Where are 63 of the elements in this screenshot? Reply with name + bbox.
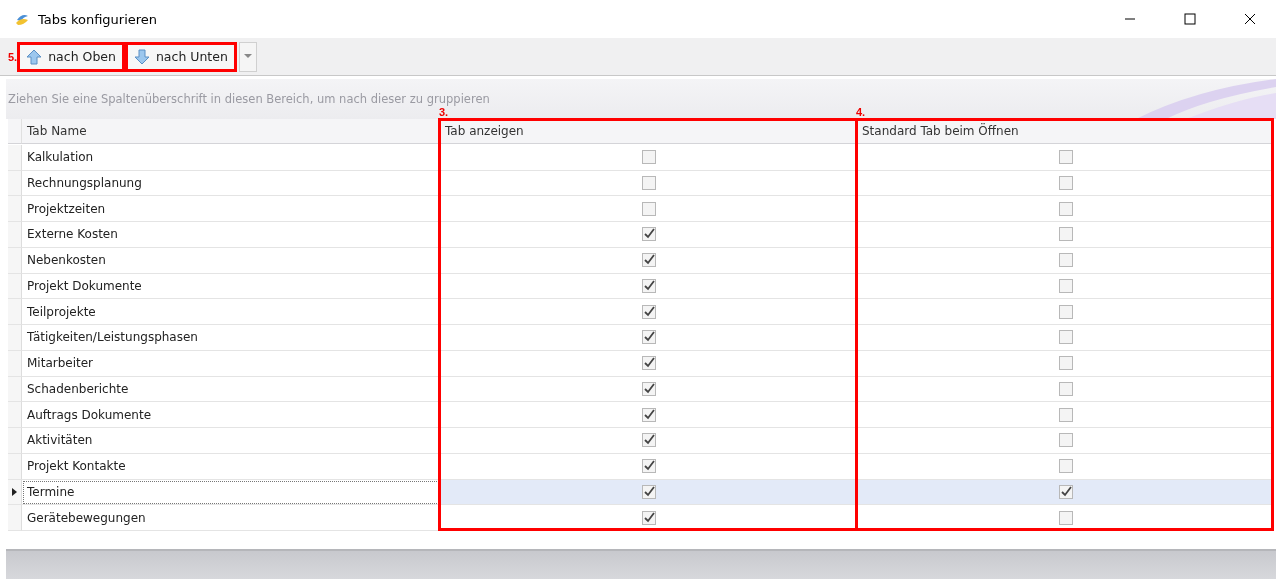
checkbox[interactable] [641,459,656,474]
move-up-button[interactable]: nach Oben [17,41,125,72]
checkbox[interactable] [1058,201,1073,216]
checkbox[interactable] [1058,484,1073,499]
caret-icon [243,54,252,59]
checkbox[interactable] [1058,278,1073,293]
checkbox[interactable] [641,407,656,422]
down-arrow-icon [133,48,150,65]
checkbox[interactable] [641,278,656,293]
checkbox[interactable] [641,304,656,319]
checkbox[interactable] [641,253,656,268]
table-cell: Nebenkosten [22,247,440,274]
group-by-hint: Ziehen Sie eine Spaltenüberschrift in diesen Bereich, um nach dieser zu gruppieren [7,92,490,106]
dropdown-button[interactable] [238,41,257,72]
checkbox[interactable] [641,330,656,345]
checkbox[interactable] [641,150,656,165]
checkbox[interactable] [1058,356,1073,371]
table-cell: Schadenberichte [22,376,440,403]
annotation-label: 3. [439,106,449,118]
checkbox[interactable] [641,510,656,525]
checkbox[interactable] [641,381,656,396]
column-header[interactable]: Tab Name [22,119,440,144]
checkbox[interactable] [1058,381,1073,396]
move-down-button[interactable]: nach Unten [124,41,237,72]
table-cell: Tätigkeiten/Leistungsphasen [22,325,440,351]
table-cell: Projekt Dokumente [22,273,440,300]
checkbox[interactable] [641,356,656,371]
table-cell: Externe Kosten [22,222,440,248]
column-header[interactable]: Tab anzeigen [440,119,857,144]
checkbox[interactable] [1058,175,1073,190]
annotation-label: 5. [8,50,18,63]
checkbox[interactable] [1058,459,1073,474]
checkbox[interactable] [1058,407,1073,422]
table-cell: Teilprojekte [22,299,440,325]
maximize-icon [1184,13,1196,25]
table-cell: Rechnungsplanung [22,170,440,197]
column-header[interactable]: Standard Tab beim Öffnen [857,119,1274,144]
checkbox[interactable] [641,433,656,448]
table-cell: Termine [22,479,440,506]
table-cell: Projekt Kontakte [22,453,440,480]
checkbox[interactable] [1058,510,1073,525]
checkbox[interactable] [1058,433,1073,448]
table-cell: Projektzeiten [22,196,440,222]
table-cell: Kalkulation [22,144,440,171]
up-arrow-icon [26,48,43,65]
header-corner [8,119,22,144]
checkbox[interactable] [641,201,656,216]
close-icon [1244,13,1256,25]
checkbox[interactable] [1058,150,1073,165]
table-cell: Gerätebewegungen [22,505,440,531]
table-cell: Aktivitäten [22,428,440,454]
window-title: Tabs konfigurieren [38,11,158,27]
table-cell: Auftrags Dokumente [22,402,440,428]
checkbox[interactable] [641,175,656,190]
checkbox[interactable] [1058,330,1073,345]
checkbox[interactable] [1058,253,1073,268]
table-cell: Mitarbeiter [22,350,440,377]
row-indicator[interactable] [8,479,22,506]
checkbox[interactable] [641,227,656,242]
checkbox[interactable] [1058,227,1073,242]
annotation-label: 4. [856,106,866,118]
checkbox[interactable] [641,484,656,499]
checkbox[interactable] [1058,304,1073,319]
